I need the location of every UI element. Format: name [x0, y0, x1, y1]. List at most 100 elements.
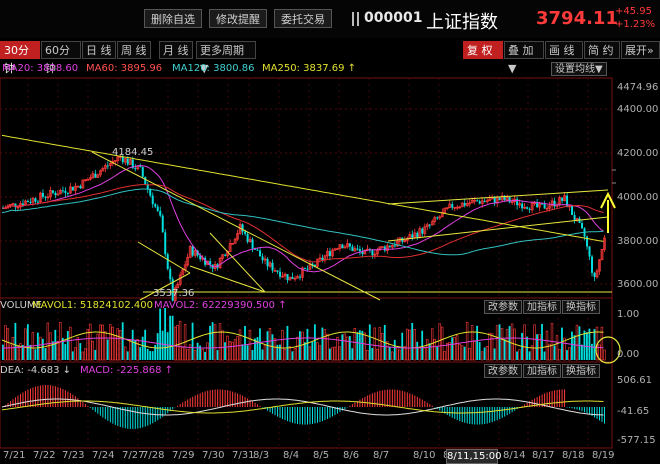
date-label: 7/24 [92, 450, 115, 461]
candle-body [299, 276, 302, 278]
volume-bar [99, 324, 102, 361]
volume-axis-label: 1.00 [617, 309, 640, 320]
volume-switch-indicator-button[interactable]: 换指标 [562, 300, 600, 314]
tab-month[interactable]: 月 线 [159, 41, 193, 59]
volume-bar [186, 349, 189, 361]
ma-settings-button[interactable]: 设置均线▼ [551, 62, 607, 76]
tab-more-periods[interactable]: 更多周期▼ [196, 41, 256, 75]
volume-bar [146, 348, 149, 360]
price-axis-label: 3600.00 [617, 279, 659, 290]
volume-bar [126, 351, 129, 360]
price-change-percent: +1.23% [615, 19, 656, 30]
candle-body [276, 270, 279, 272]
candle-body [476, 200, 479, 202]
volume-bar [476, 325, 479, 360]
volume-bar [254, 338, 256, 360]
date-label: 8/5 [313, 450, 330, 461]
volume-bar [488, 332, 491, 361]
volume-bar [154, 345, 157, 360]
volume-bar [348, 336, 351, 360]
tab-expand[interactable]: 展开» [621, 41, 660, 59]
volume-bar [218, 323, 222, 361]
volume-modify-params-button[interactable]: 改参数 [484, 300, 522, 314]
volume-bar [603, 349, 606, 361]
volume-bar [39, 336, 42, 361]
volume-bar [338, 346, 342, 361]
volume-bar [361, 330, 364, 360]
volume-add-indicator-button[interactable]: 加指标 [523, 300, 561, 314]
volume-bar [518, 349, 521, 361]
volume-bar [386, 341, 389, 361]
delete-watchlist-button[interactable]: 删除自选 [144, 9, 202, 28]
date-label: 8/14 [503, 450, 526, 461]
candle-body [134, 168, 137, 170]
tab-overlay[interactable]: 叠 加▼ [504, 41, 544, 75]
tab-30min[interactable]: 30分钟 [0, 41, 40, 75]
volume-bar [66, 331, 69, 360]
date-label: 7/30 [202, 450, 225, 461]
tab-simple[interactable]: 简 约 [584, 41, 620, 59]
candle-body [416, 232, 419, 238]
tab-day[interactable]: 日 线 [82, 41, 116, 59]
volume-bar [588, 328, 591, 360]
macd-switch-indicator-button[interactable]: 换指标 [562, 364, 600, 378]
volume-bar [356, 332, 359, 360]
trade-button[interactable]: 委托交易 [274, 9, 332, 28]
candle-body [279, 271, 282, 277]
volume-bar [259, 328, 261, 360]
volume-bar [166, 332, 169, 360]
volume-bar [34, 349, 37, 360]
volume-bar [273, 338, 277, 361]
period-tabbar: 30分钟 60分钟 日 线 周 线 月 线 更多周期▼ 复 权 叠 加▼ 画 线… [0, 40, 660, 75]
macd-add-indicator-button[interactable]: 加指标 [523, 364, 561, 378]
date-label: 8/17 [532, 450, 555, 461]
tab-60min[interactable]: 60分钟 [41, 41, 81, 75]
kline-chart[interactable] [0, 60, 660, 464]
candle-body [351, 246, 354, 251]
volume-bar [231, 341, 234, 361]
candle-body [561, 197, 564, 201]
candle-body [383, 246, 386, 251]
candle-body [483, 200, 486, 202]
candle-body [463, 202, 466, 206]
tab-week[interactable]: 周 线 [117, 41, 151, 59]
volume-axis-label: 0.00 [617, 349, 640, 360]
date-label: 8/3 [253, 450, 270, 461]
volume-bar [248, 329, 252, 361]
candle-body [358, 249, 361, 252]
volume-bar [480, 351, 484, 361]
volume-bar [591, 343, 593, 360]
candle-body [411, 234, 414, 238]
candle-body [521, 203, 524, 209]
volume-bar [29, 344, 32, 360]
volume-bar [74, 347, 77, 361]
tab-adjust[interactable]: 复 权 [463, 41, 503, 59]
volume-bar [306, 328, 309, 360]
candle-body [304, 267, 306, 269]
volume-bar [286, 325, 289, 360]
ma250-label: MA250: 3837.69 ↑ [262, 63, 357, 74]
tab-draw[interactable]: 画 线 [545, 41, 583, 59]
volume-bar [213, 324, 217, 361]
volume-bar [293, 348, 297, 361]
price-axis-label: 4474.96 [617, 82, 659, 93]
candle-body [286, 274, 289, 281]
volume-bar [571, 331, 573, 360]
macd-modify-params-button[interactable]: 改参数 [484, 364, 522, 378]
candle-body [154, 204, 157, 207]
volume-bar [64, 344, 67, 360]
volume-bar [561, 327, 563, 360]
price-axis-label: 4000.00 [617, 192, 659, 203]
trendline [209, 232, 266, 293]
ma120-label: MA120: 3800.86 [172, 63, 255, 74]
volume-bar [114, 335, 117, 361]
volume-bar [413, 329, 416, 361]
candle-body [588, 246, 591, 257]
volume-bar [238, 329, 242, 361]
modify-alert-button[interactable]: 修改提醒 [209, 9, 267, 28]
volume-bar [495, 325, 499, 361]
candle-body [526, 207, 529, 209]
date-label: 8/6 [343, 450, 360, 461]
volume-bar [388, 346, 391, 360]
volume-bar [583, 330, 586, 360]
